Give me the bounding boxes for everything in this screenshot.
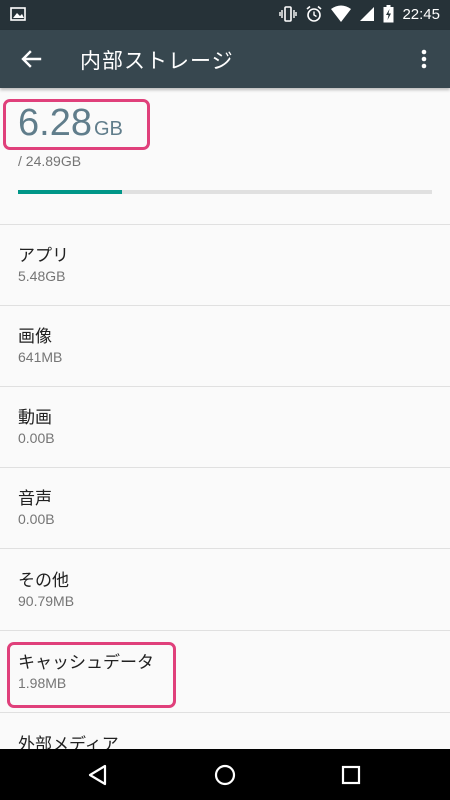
home-circle-icon[interactable]: [212, 762, 238, 788]
list-item-apps[interactable]: アプリ 5.48GB: [0, 225, 450, 305]
signal-icon: [359, 5, 375, 23]
list-item-size: 0.00B: [18, 430, 55, 446]
more-vert-icon[interactable]: [412, 44, 436, 74]
recents-square-icon[interactable]: [338, 762, 364, 788]
page-title: 内部ストレージ: [80, 49, 234, 73]
list-item-size: 90.79MB: [18, 593, 75, 609]
list-item-audio[interactable]: 音声 0.00B: [0, 468, 450, 548]
vibrate-icon: [279, 5, 298, 23]
storage-progress-bar: [18, 190, 432, 194]
arrow-back-icon[interactable]: [16, 44, 46, 74]
navigation-bar: [0, 749, 450, 800]
divider: [0, 712, 450, 713]
list-item-title: その他: [18, 571, 69, 591]
divider: [0, 548, 450, 549]
total-storage: / 24.89GB: [18, 153, 82, 169]
highlight-box-used: [3, 99, 150, 150]
list-item-size: 0.00B: [18, 511, 55, 527]
app-bar: 内部ストレージ: [0, 30, 450, 88]
wifi-icon: [331, 5, 352, 23]
storage-progress-fill: [18, 190, 123, 194]
back-triangle-icon[interactable]: [85, 762, 111, 788]
battery-charging-icon: [383, 5, 394, 23]
list-item-size: 5.48GB: [18, 268, 66, 284]
list-item-title: 外部メディア: [18, 735, 119, 749]
list-item-other[interactable]: その他 90.79MB: [0, 550, 450, 630]
clock-time: 22:45: [402, 5, 440, 23]
image-icon: [10, 6, 26, 22]
highlight-box-cached-data: [7, 642, 176, 708]
list-item-size: 641MB: [18, 349, 63, 365]
list-item-external-media[interactable]: 外部メディア: [0, 714, 450, 749]
divider: [0, 630, 450, 631]
list-item-title: 画像: [18, 327, 52, 347]
list-item-videos[interactable]: 動画 0.00B: [0, 387, 450, 467]
list-item-title: 動画: [18, 408, 52, 428]
list-item-title: アプリ: [18, 246, 69, 266]
status-bar: 22:45: [0, 0, 450, 30]
list-item-title: 音声: [18, 489, 52, 509]
list-item-images[interactable]: 画像 641MB: [0, 306, 450, 386]
alarm-icon: [305, 5, 323, 23]
